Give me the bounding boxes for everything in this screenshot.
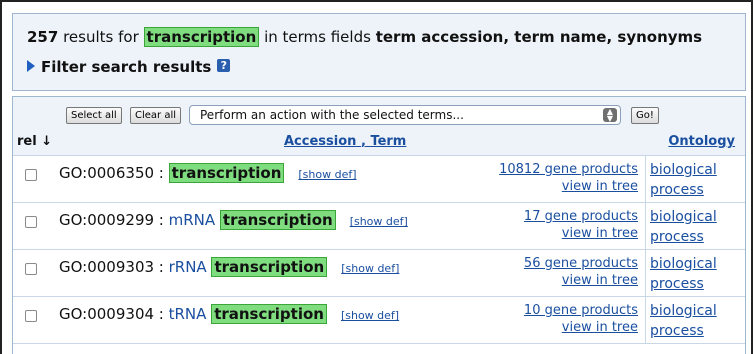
row-checkbox[interactable] (25, 216, 37, 228)
ontology-cell: biological process (650, 301, 717, 341)
table-header: rel ↓ Accession , Term Ontology (13, 130, 745, 156)
view-in-tree-link[interactable]: view in tree (562, 179, 638, 194)
table-row: GO:0009304 : tRNA transcription [show def… (13, 297, 745, 344)
search-fields: term accession, term name, synonyms (375, 28, 703, 46)
action-select-value: Perform an action with the selected term… (200, 108, 464, 122)
gene-products-link[interactable]: 10 gene products (524, 303, 638, 318)
view-in-tree-link[interactable]: view in tree (562, 226, 638, 241)
gene-products-link[interactable]: 17 gene products (524, 209, 638, 224)
accession-separator: : (154, 305, 169, 323)
gene-products-cell: 10 gene products view in tree (524, 302, 638, 336)
ontology-link-line1[interactable]: biological (650, 256, 717, 272)
accession-term-header[interactable]: Accession , Term (284, 134, 406, 149)
show-def-link[interactable]: [show def] (298, 168, 356, 181)
help-icon[interactable]: ? (217, 59, 231, 72)
ontology-link-line1[interactable]: biological (650, 209, 717, 225)
accession-separator: : (154, 164, 169, 182)
action-select[interactable]: Perform an action with the selected term… (189, 105, 621, 125)
in-fields-text: in terms fields (264, 28, 371, 46)
ontology-link-line1[interactable]: biological (650, 162, 717, 178)
column-divider (645, 250, 646, 296)
show-def-link[interactable]: [show def] (341, 262, 399, 275)
gene-products-link[interactable]: 10812 gene products (499, 162, 638, 177)
term-prefix[interactable]: rRNA (169, 258, 212, 276)
row-checkbox[interactable] (25, 169, 37, 181)
term-prefix[interactable]: tRNA (169, 305, 212, 323)
result-count: 257 (27, 28, 59, 46)
row-checkbox[interactable] (25, 310, 37, 322)
ontology-link-line2[interactable]: process (650, 182, 704, 198)
show-def-link[interactable]: [show def] (350, 215, 408, 228)
show-def-link[interactable]: [show def] (341, 309, 399, 322)
row-checkbox[interactable] (25, 263, 37, 275)
ontology-cell: biological process (650, 160, 717, 200)
term-match-highlight[interactable]: transcription (168, 163, 285, 183)
accession-id: GO:0009303 (59, 258, 155, 276)
ontology-cell: biological process (650, 207, 717, 247)
rel-sort-header[interactable]: rel ↓ (17, 134, 52, 149)
select-arrows-icon: ▲ ▼ (603, 108, 617, 123)
term-cell: GO:0009303 : rRNA transcription [show def… (59, 257, 399, 277)
term-match-highlight[interactable]: transcription (211, 257, 328, 277)
term-match-highlight[interactable]: transcription (219, 210, 336, 230)
view-in-tree-link[interactable]: view in tree (562, 320, 638, 335)
accession-separator: : (154, 258, 169, 276)
results-for-text: results for (63, 28, 139, 46)
ontology-header[interactable]: Ontology (668, 134, 735, 149)
gene-products-cell: 17 gene products view in tree (524, 208, 638, 242)
search-summary: 257 results for transcription in terms f… (12, 13, 746, 91)
accession-separator: : (154, 211, 169, 229)
accession-id: GO:0009299 (59, 211, 155, 229)
term-match-highlight[interactable]: transcription (211, 304, 327, 324)
clear-all-button[interactable]: Clear all (130, 107, 182, 124)
filter-toggle[interactable]: Filter search results? (27, 58, 231, 76)
go-button[interactable]: Go! (631, 107, 659, 124)
actions-bar: Select all Clear all Perform an action w… (13, 97, 745, 130)
accession-id: GO:0006350 (59, 164, 155, 182)
term-cell: GO:0009299 : mRNA transcription [show def… (59, 210, 408, 230)
expand-triangle-icon (27, 59, 35, 72)
ontology-link-line1[interactable]: biological (650, 303, 717, 319)
results-summary-line: 257 results for transcription in terms f… (27, 27, 703, 47)
filter-label: Filter search results (41, 58, 212, 76)
ontology-link-line2[interactable]: process (650, 323, 704, 339)
ontology-link-line2[interactable]: process (650, 276, 704, 292)
gene-products-link[interactable]: 56 gene products (524, 256, 638, 271)
ontology-cell: biological process (650, 254, 717, 294)
term-cell: GO:0009304 : tRNA transcription [show def… (59, 304, 399, 324)
results-panel: 257 results for transcription in terms f… (0, 0, 753, 354)
gene-products-cell: 56 gene products view in tree (524, 255, 638, 289)
term-header[interactable]: Term (370, 134, 406, 149)
accession-header[interactable]: Accession (284, 134, 356, 149)
results-table: Select all Clear all Perform an action w… (12, 96, 746, 354)
view-in-tree-link[interactable]: view in tree (562, 273, 638, 288)
column-divider (645, 156, 646, 202)
gene-products-cell: 10812 gene products view in tree (499, 161, 638, 195)
column-divider (645, 297, 646, 343)
term-cell: GO:0006350 : transcription [show def] (59, 163, 357, 183)
table-row: GO:0009303 : rRNA transcription [show def… (13, 250, 745, 297)
accession-id: GO:0009304 (59, 305, 155, 323)
header-separator: , (360, 134, 366, 149)
query-highlight: transcription (143, 27, 260, 47)
table-row: GO:0006350 : transcription [show def] 108… (13, 156, 745, 203)
term-prefix[interactable]: mRNA (169, 211, 220, 229)
column-divider (645, 203, 646, 249)
select-all-button[interactable]: Select all (66, 107, 122, 124)
ontology-link-line2[interactable]: process (650, 229, 704, 245)
table-row: GO:0009299 : mRNA transcription [show def… (13, 203, 745, 250)
